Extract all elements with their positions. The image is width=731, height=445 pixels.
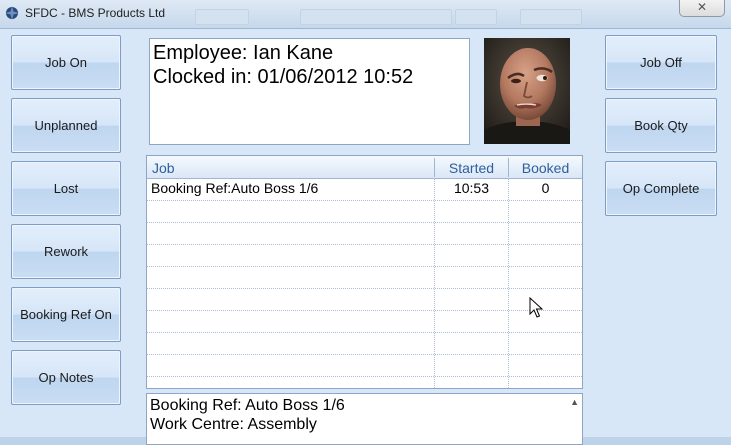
lost-button[interactable]: Lost: [11, 161, 121, 216]
table-row[interactable]: [147, 332, 582, 355]
op-complete-button[interactable]: Op Complete: [605, 161, 717, 216]
column-header-booked[interactable]: Booked: [509, 156, 582, 178]
jobs-grid[interactable]: Job Started Booked Booking Ref:Auto Boss…: [146, 155, 583, 389]
background-field: [195, 9, 249, 25]
column-gridline: [508, 178, 509, 388]
column-header-job[interactable]: Job: [152, 156, 175, 178]
app-icon: [5, 6, 19, 20]
column-gridline: [434, 178, 435, 388]
background-field: [300, 9, 452, 25]
table-row[interactable]: [147, 288, 582, 311]
employee-info-box: Employee: Ian Kane Clocked in: 01/06/201…: [149, 38, 470, 145]
notes-textbox[interactable]: Booking Ref: Auto Boss 1/6 Work Centre: …: [146, 393, 583, 445]
background-field: [455, 9, 497, 25]
main-panel: Job On Unplanned Lost Rework Booking Ref…: [0, 28, 731, 445]
job-cell: Booking Ref:Auto Boss 1/6: [151, 180, 319, 196]
table-row[interactable]: [147, 354, 582, 377]
employee-name: Employee: Ian Kane: [153, 42, 334, 64]
title-bar: SFDC - BMS Products Ltd ✕: [0, 0, 731, 29]
employee-photo-image: [484, 38, 570, 144]
employee-photo: [484, 38, 570, 144]
close-button[interactable]: ✕: [679, 0, 725, 17]
table-row[interactable]: [147, 222, 582, 245]
book-qty-button[interactable]: Book Qty: [605, 98, 717, 153]
booked-cell: 0: [541, 180, 550, 196]
column-header-started[interactable]: Started: [435, 156, 508, 178]
grid-header: Job Started Booked: [147, 156, 582, 179]
op-notes-button[interactable]: Op Notes: [11, 350, 121, 405]
notes-line-work-centre: Work Centre: Assembly: [150, 416, 317, 433]
window-title: SFDC - BMS Products Ltd: [25, 6, 166, 20]
scroll-up-arrow-icon[interactable]: ▲: [570, 397, 579, 407]
clocked-in-time: Clocked in: 01/06/2012 10:52: [153, 66, 414, 88]
background-field: [520, 9, 582, 25]
table-row[interactable]: [147, 200, 582, 223]
mouse-pointer-icon: [529, 297, 543, 318]
rework-button[interactable]: Rework: [11, 224, 121, 279]
table-row[interactable]: [147, 266, 582, 289]
notes-line-booking-ref: Booking Ref: Auto Boss 1/6: [150, 397, 345, 414]
table-row[interactable]: [147, 310, 582, 333]
table-row[interactable]: [147, 244, 582, 267]
job-off-button[interactable]: Job Off: [605, 35, 717, 90]
unplanned-button[interactable]: Unplanned: [11, 98, 121, 153]
table-row[interactable]: Booking Ref:Auto Boss 1/6 10:53 0: [147, 178, 582, 201]
booking-ref-on-button[interactable]: Booking Ref On: [11, 287, 121, 342]
job-on-button[interactable]: Job On: [11, 35, 121, 90]
started-cell: 10:53: [453, 180, 490, 196]
